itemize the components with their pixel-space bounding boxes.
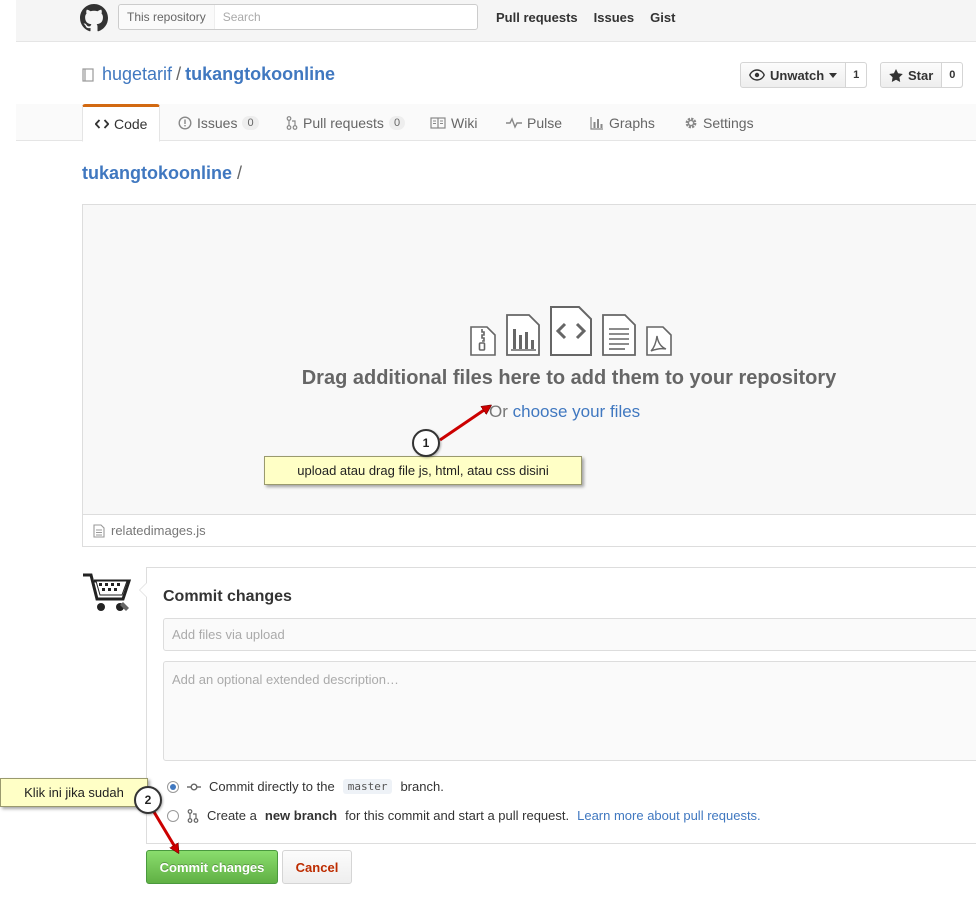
new-branch-bold: new branch bbox=[264, 808, 338, 823]
pdf-file-icon bbox=[646, 326, 672, 356]
repo-owner-link[interactable]: hugetarif bbox=[102, 64, 172, 85]
new-branch-prefix: Create a bbox=[207, 808, 257, 823]
book-icon bbox=[430, 116, 446, 129]
issue-icon bbox=[178, 115, 192, 130]
breadcrumb: tukangtokoonline / bbox=[82, 163, 242, 184]
file-type-icons bbox=[469, 305, 673, 357]
github-logo-icon[interactable] bbox=[80, 4, 108, 32]
commit-form: Commit changes Commit directly to the ma… bbox=[139, 567, 976, 844]
file-icon bbox=[93, 523, 105, 538]
commit-icon bbox=[187, 783, 201, 790]
site-header: This repository Pull requests Issues Gis… bbox=[16, 0, 976, 42]
nav-pull-requests[interactable]: Pull requests bbox=[496, 10, 578, 25]
chart-file-icon bbox=[506, 314, 540, 356]
commit-direct-option[interactable]: Commit directly to the master branch. bbox=[167, 779, 444, 794]
text-file-icon bbox=[602, 314, 636, 356]
breadcrumb-separator: / bbox=[237, 163, 243, 183]
nav-issues[interactable]: Issues bbox=[594, 10, 634, 25]
drop-zone-or: Or bbox=[489, 402, 513, 421]
uploaded-file-name: relatedimages.js bbox=[111, 523, 206, 538]
unwatch-button[interactable]: Unwatch 1 bbox=[740, 62, 868, 88]
cancel-button[interactable]: Cancel bbox=[282, 850, 352, 884]
repo-tabs: Code Issues 0 Pull requests 0 Wiki Pulse… bbox=[16, 104, 976, 142]
code-icon bbox=[95, 119, 109, 129]
tab-settings-label: Settings bbox=[703, 114, 754, 131]
star-icon bbox=[889, 68, 903, 82]
branch-name-chip: master bbox=[342, 779, 393, 794]
zip-file-icon bbox=[470, 326, 496, 356]
uploaded-file-row: relatedimages.js bbox=[82, 514, 976, 547]
star-button[interactable]: Star 0 bbox=[880, 62, 964, 88]
pulse-icon bbox=[506, 116, 522, 129]
learn-more-pull-requests-link[interactable]: Learn more about pull requests. bbox=[577, 808, 761, 823]
annotation-callout-commit: Klik ini jika sudah bbox=[0, 778, 148, 807]
graph-icon bbox=[590, 116, 603, 130]
commit-summary-input[interactable] bbox=[163, 618, 976, 651]
star-label: Star bbox=[908, 67, 934, 83]
commit-new-branch-option[interactable]: Create a new branch for this commit and … bbox=[167, 808, 761, 823]
tab-code-label: Code bbox=[114, 116, 148, 132]
breadcrumb-repo-link[interactable]: tukangtokoonline bbox=[82, 163, 232, 183]
tab-issues[interactable]: Issues 0 bbox=[178, 104, 259, 141]
repo-icon bbox=[82, 67, 94, 82]
repo-separator: / bbox=[176, 64, 182, 84]
repo-name-link[interactable]: tukangtokoonline bbox=[185, 64, 335, 85]
header-nav: Pull requests Issues Gist bbox=[496, 10, 675, 25]
search-input[interactable] bbox=[214, 10, 477, 24]
issues-counter: 0 bbox=[242, 115, 259, 130]
commit-description-input[interactable] bbox=[163, 661, 976, 761]
repo-title: hugetarif / tukangtokoonline bbox=[82, 64, 335, 85]
pull-request-icon bbox=[187, 808, 199, 823]
gear-icon bbox=[685, 117, 697, 128]
commit-direct-prefix: Commit directly to the bbox=[209, 779, 335, 794]
pulls-counter: 0 bbox=[388, 115, 406, 130]
tab-pull-requests[interactable]: Pull requests 0 bbox=[286, 104, 406, 141]
annotation-step-2: 2 bbox=[134, 786, 162, 814]
unwatch-label-wrap[interactable]: Unwatch bbox=[741, 63, 845, 87]
choose-files-link[interactable]: choose your files bbox=[513, 402, 641, 421]
commit-form-title: Commit changes bbox=[163, 588, 292, 605]
stars-count[interactable]: 0 bbox=[941, 63, 963, 87]
watchers-count[interactable]: 1 bbox=[845, 63, 867, 87]
commit-direct-suffix: branch. bbox=[400, 779, 444, 794]
tab-wiki-label: Wiki bbox=[451, 114, 478, 131]
left-gutter bbox=[0, 0, 16, 911]
tab-issues-label: Issues bbox=[197, 114, 238, 131]
unwatch-label: Unwatch bbox=[770, 67, 825, 83]
search-bar: This repository bbox=[118, 4, 478, 30]
search-scope-label[interactable]: This repository bbox=[119, 5, 215, 29]
pull-request-icon bbox=[286, 115, 298, 130]
tab-wiki[interactable]: Wiki bbox=[430, 104, 477, 141]
annotation-step-1: 1 bbox=[412, 429, 440, 457]
new-branch-radio[interactable] bbox=[167, 809, 179, 822]
commit-direct-radio[interactable] bbox=[167, 780, 179, 793]
tab-pulse-label: Pulse bbox=[527, 114, 563, 131]
nav-gist[interactable]: Gist bbox=[650, 10, 675, 25]
tab-code[interactable]: Code bbox=[82, 104, 161, 142]
new-branch-suffix: for this commit and start a pull request… bbox=[345, 808, 570, 823]
chevron-down-icon bbox=[829, 72, 838, 78]
code-file-icon bbox=[550, 306, 592, 356]
star-label-wrap[interactable]: Star bbox=[881, 63, 941, 87]
tab-pull-requests-label: Pull requests bbox=[303, 114, 384, 131]
annotation-callout-upload: upload atau drag file js, html, atau css… bbox=[264, 456, 582, 485]
drop-zone-heading: Drag additional files here to add them t… bbox=[301, 367, 837, 389]
tab-pulse[interactable]: Pulse bbox=[506, 104, 562, 141]
cart-avatar-icon bbox=[83, 573, 132, 611]
drop-zone-subtext: Or choose your files bbox=[489, 402, 640, 422]
commit-changes-button[interactable]: Commit changes bbox=[146, 850, 278, 884]
tab-settings[interactable]: Settings bbox=[684, 104, 754, 141]
eye-icon bbox=[749, 69, 765, 81]
tab-graphs-label: Graphs bbox=[609, 114, 655, 131]
tab-graphs[interactable]: Graphs bbox=[590, 104, 655, 141]
